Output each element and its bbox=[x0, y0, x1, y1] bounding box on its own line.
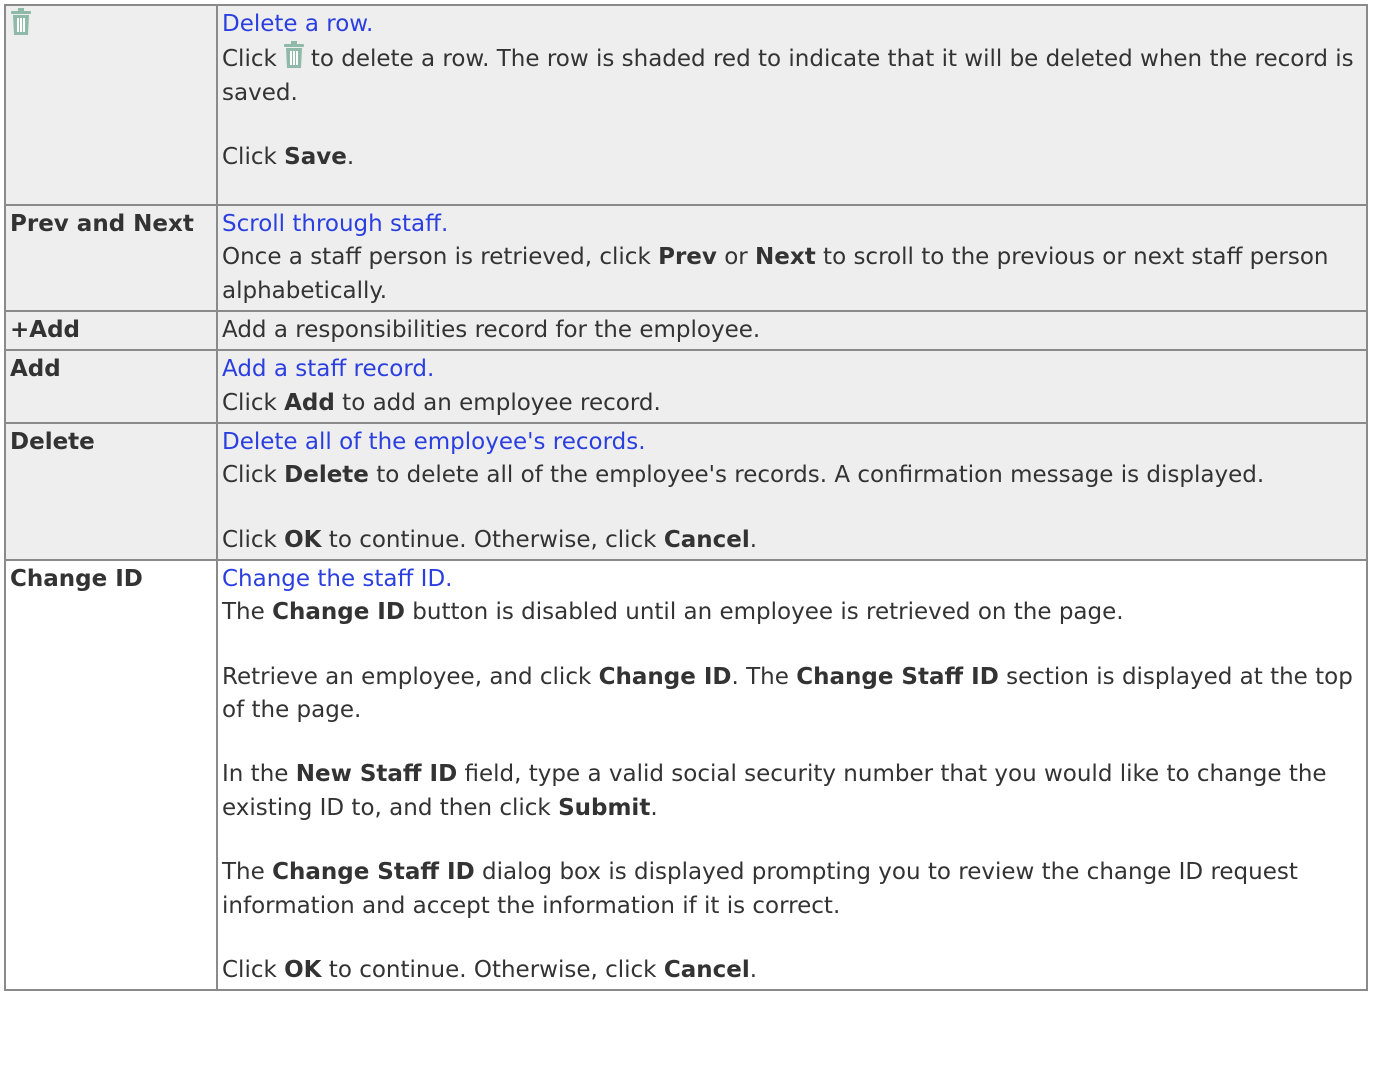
bold-text: Cancel bbox=[663, 956, 750, 983]
text: . bbox=[749, 526, 758, 553]
row-label: Delete bbox=[10, 429, 95, 456]
bold-text: Cancel bbox=[663, 526, 750, 553]
bold-text: Add bbox=[284, 389, 335, 416]
text: Click bbox=[222, 462, 285, 489]
bold-text: Change ID bbox=[598, 663, 732, 690]
text: Click bbox=[222, 956, 285, 983]
table-row-delete-row: Delete a row. Click to delete a row. The … bbox=[4, 4, 1368, 206]
row-desc-cell: Delete all of the employee's records. Cl… bbox=[216, 422, 1368, 562]
table-row-delete: Delete Delete all of the employee's reco… bbox=[4, 422, 1368, 562]
bold-text: OK bbox=[284, 526, 322, 553]
row-label-cell: +Add bbox=[4, 310, 218, 352]
row-label-cell: Prev and Next bbox=[4, 203, 218, 313]
bold-text: Save bbox=[284, 144, 347, 171]
row-label: Change ID bbox=[10, 566, 143, 593]
bold-text: New Staff ID bbox=[295, 761, 458, 788]
text: or bbox=[716, 244, 756, 271]
table-row-add: Add Add a staff record. Click Add to add… bbox=[4, 349, 1368, 425]
row-label-cell bbox=[4, 4, 218, 206]
row-label: Add bbox=[10, 356, 61, 383]
text: Click bbox=[222, 144, 285, 171]
row-label-cell: Change ID bbox=[4, 559, 218, 992]
change-staff-id-link[interactable]: Change the staff ID. bbox=[222, 566, 452, 592]
text: to add an employee record. bbox=[334, 389, 661, 416]
row-desc-cell: Change the staff ID. The Change ID butto… bbox=[216, 559, 1368, 992]
text: to continue. Otherwise, click bbox=[321, 956, 664, 983]
text: In the bbox=[222, 761, 296, 788]
scroll-staff-link[interactable]: Scroll through staff. bbox=[222, 211, 448, 237]
text: to delete all of the employee's records.… bbox=[368, 462, 1265, 489]
text: The bbox=[222, 859, 273, 886]
text: button is disabled until an employee is … bbox=[404, 599, 1124, 626]
table-row-plus-add: +Add Add a responsibilities record for t… bbox=[4, 310, 1368, 352]
bold-text: OK bbox=[284, 956, 322, 983]
delete-row-link[interactable]: Delete a row. bbox=[222, 11, 373, 37]
bold-text: Change Staff ID bbox=[272, 859, 475, 886]
text: . bbox=[346, 144, 355, 171]
text: Click bbox=[222, 526, 285, 553]
delete-records-link[interactable]: Delete all of the employee's records. bbox=[222, 429, 646, 455]
bold-text: Submit bbox=[558, 794, 651, 821]
row-label: Prev and Next bbox=[10, 211, 194, 237]
text: Add a responsibilities record for the em… bbox=[222, 317, 761, 344]
text: . bbox=[749, 956, 758, 983]
text: Retrieve an employee, and click bbox=[222, 663, 599, 690]
bold-text: Change ID bbox=[272, 599, 405, 626]
row-label: +Add bbox=[10, 317, 80, 344]
row-desc-cell: Add a responsibilities record for the em… bbox=[216, 310, 1368, 352]
table-row-change-id: Change ID Change the staff ID. The Chang… bbox=[4, 559, 1368, 992]
bold-text: Change Staff ID bbox=[796, 663, 999, 690]
text: Click bbox=[222, 389, 285, 416]
row-desc-cell: Scroll through staff. Once a staff perso… bbox=[216, 203, 1368, 313]
bold-text: Next bbox=[755, 244, 816, 271]
add-staff-link[interactable]: Add a staff record. bbox=[222, 356, 434, 382]
row-desc-cell: Delete a row. Click to delete a row. The … bbox=[216, 4, 1368, 206]
text: to delete a row. The row is shaded red t… bbox=[222, 46, 1354, 106]
text: . The bbox=[731, 663, 797, 690]
table-row-prev-next: Prev and Next Scroll through staff. Once… bbox=[4, 203, 1368, 313]
trash-icon bbox=[283, 41, 305, 69]
help-table: Delete a row. Click to delete a row. The … bbox=[4, 4, 1368, 992]
bold-text: Delete bbox=[284, 462, 369, 489]
trash-icon[interactable] bbox=[10, 8, 32, 36]
text: Once a staff person is retrieved, click bbox=[222, 244, 659, 271]
row-label-cell: Delete bbox=[4, 422, 218, 562]
text: Click bbox=[222, 46, 277, 73]
row-label-cell: Add bbox=[4, 349, 218, 425]
text: The bbox=[222, 599, 273, 626]
text: . bbox=[650, 794, 658, 821]
text: to continue. Otherwise, click bbox=[321, 526, 664, 553]
bold-text: Prev bbox=[658, 244, 717, 271]
row-desc-cell: Add a staff record. Click Add to add an … bbox=[216, 349, 1368, 425]
